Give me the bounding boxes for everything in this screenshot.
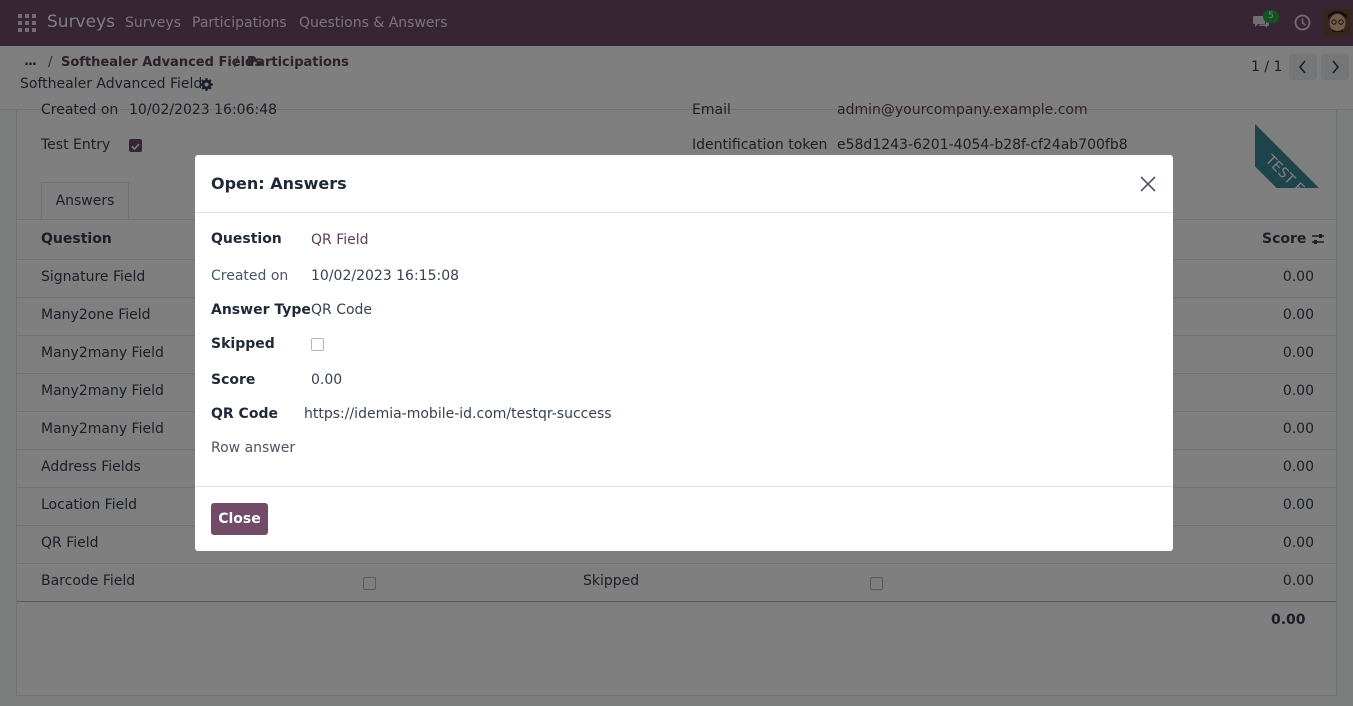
score-label: Score <box>211 372 256 388</box>
answer-type-label: Answer Type <box>211 302 311 318</box>
dialog-footer: Close <box>195 486 1173 551</box>
question-label: Question <box>211 231 282 247</box>
score-value[interactable]: 0.00 <box>311 372 342 388</box>
dialog-header: Open: Answers <box>195 155 1173 213</box>
qr-code-label: QR Code <box>211 406 278 422</box>
answer-type-value[interactable]: QR Code <box>311 302 372 318</box>
skipped-label: Skipped <box>211 336 275 352</box>
skipped-checkbox[interactable] <box>311 338 324 351</box>
question-link[interactable]: QR Field <box>311 232 369 248</box>
close-icon[interactable] <box>1139 175 1157 193</box>
created-on-label: Created on <box>211 268 289 284</box>
dialog-title: Open: Answers <box>211 174 347 193</box>
answer-dialog: Open: Answers Question QR Field Created … <box>195 155 1173 551</box>
created-on-value: 10/02/2023 16:15:08 <box>311 268 460 284</box>
qr-code-value[interactable]: https://idemia-mobile-id.com/testqr-succ… <box>304 406 612 422</box>
row-answer-label: Row answer <box>211 440 296 456</box>
close-button[interactable]: Close <box>211 503 268 535</box>
